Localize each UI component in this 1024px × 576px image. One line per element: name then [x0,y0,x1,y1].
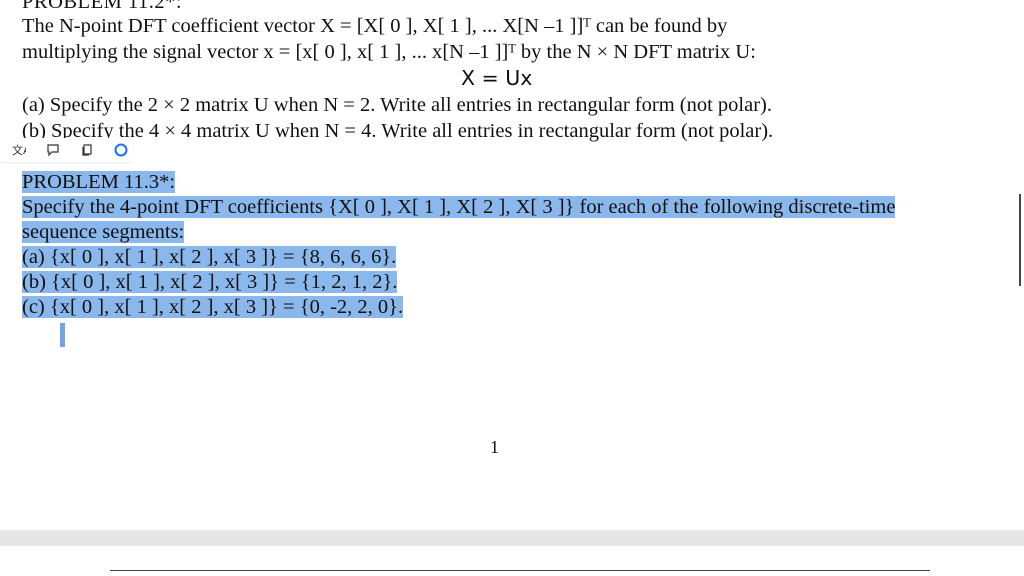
equation: X = Ux [461,66,533,90]
problem2-item-a: (a) {x[ 0 ], x[ 1 ], x[ 2 ], x[ 3 ]} = {… [22,246,397,268]
problem2-line1: Specify the 4-point DFT coefficients {X[… [22,196,896,218]
problem2-item-b: (b) {x[ 0 ], x[ 1 ], x[ 2 ], x[ 3 ]} = {… [22,271,398,293]
translate-icon[interactable]: 文A [8,139,30,161]
problem1-item-a: (a) Specify the 2 × 2 matrix U when N = … [22,94,773,116]
problem1-line1: The N-point DFT coefficient vector X = [… [22,15,728,37]
text-caret [60,323,65,347]
problem2-line2: sequence segments: [22,221,185,243]
page-separator [0,530,1024,546]
copy-icon[interactable] [76,139,98,161]
cut-heading: PROBLEM 11.2*: [22,0,183,13]
problem2-heading: PROBLEM 11.3*: [22,171,176,193]
problem2-item-c: (c) {x[ 0 ], x[ 1 ], x[ 2 ], x[ 3 ]} = {… [22,296,404,318]
comment-icon[interactable] [42,139,64,161]
selection-toolbar: 文A [0,138,132,162]
problem1-item-b: (b) Specify the 4 × 4 matrix U when N = … [22,120,774,142]
scrollbar[interactable] [1019,194,1021,286]
problem1-line2: multiplying the signal vector x = [x[ 0 … [22,41,756,63]
circle-icon[interactable] [110,139,132,161]
svg-text:文A: 文A [12,143,26,157]
footer-rule [110,570,930,571]
page-number: 1 [490,437,499,457]
